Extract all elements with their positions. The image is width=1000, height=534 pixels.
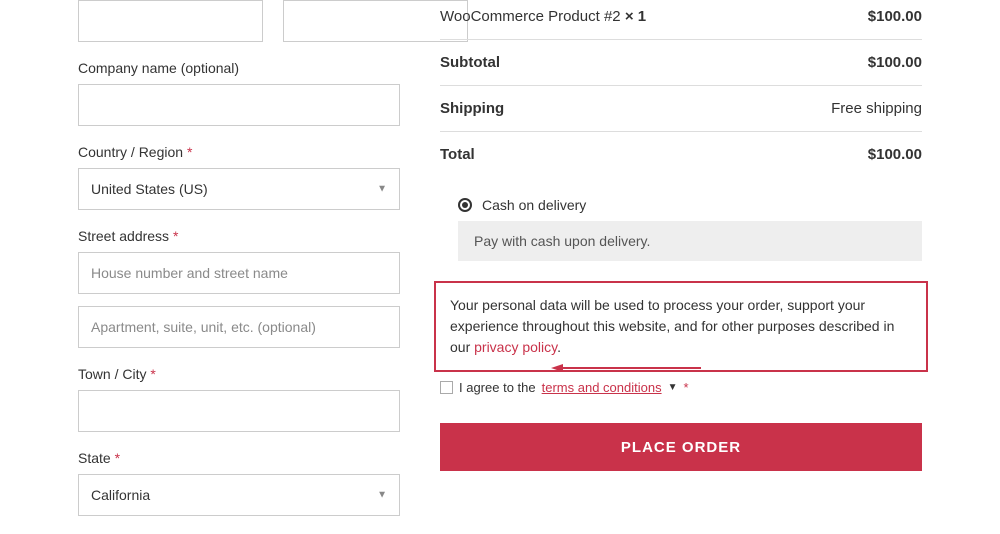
country-select[interactable]: United States (US) ▼	[78, 168, 400, 210]
first-name-input[interactable]	[78, 0, 263, 42]
product-price: $100.00	[868, 8, 922, 25]
subtotal-row: Subtotal $100.00	[440, 40, 922, 86]
total-row: Total $100.00	[440, 132, 922, 177]
subtotal-value: $100.00	[868, 54, 922, 71]
terms-prefix: I agree to the	[459, 380, 536, 395]
company-label: Company name (optional)	[78, 60, 400, 76]
country-label: Country / Region *	[78, 144, 400, 160]
street-address-input-1[interactable]	[78, 252, 400, 294]
place-order-button[interactable]: PLACE ORDER	[440, 423, 922, 471]
payment-description: Pay with cash upon delivery.	[458, 221, 922, 261]
payment-method-label: Cash on delivery	[482, 197, 586, 213]
shipping-row: Shipping Free shipping	[440, 86, 922, 132]
city-label: Town / City *	[78, 366, 400, 382]
street-address-input-2[interactable]	[78, 306, 400, 348]
chevron-down-icon: ▼	[377, 184, 387, 195]
state-value: California	[91, 487, 150, 503]
terms-checkbox[interactable]	[440, 381, 453, 394]
order-column: WooCommerce Product #2 × 1 $100.00 Subto…	[440, 0, 1000, 534]
privacy-text-after: .	[557, 339, 561, 355]
city-input[interactable]	[78, 390, 400, 432]
order-summary: WooCommerce Product #2 × 1 $100.00 Subto…	[440, 8, 922, 177]
terms-required: *	[683, 380, 688, 395]
street-label: Street address *	[78, 228, 400, 244]
billing-form: Company name (optional) Country / Region…	[0, 0, 400, 534]
caret-down-icon: ▼	[668, 382, 678, 393]
privacy-policy-link[interactable]: privacy policy	[474, 339, 557, 355]
subtotal-label: Subtotal	[440, 54, 500, 71]
payment-method-cash[interactable]: Cash on delivery	[458, 197, 922, 213]
privacy-notice-box: Your personal data will be used to proce…	[434, 281, 928, 372]
state-label: State *	[78, 450, 400, 466]
total-value: $100.00	[868, 146, 922, 163]
company-input[interactable]	[78, 84, 400, 126]
product-quantity: × 1	[625, 8, 646, 25]
terms-row: I agree to the terms and conditions ▼ *	[440, 380, 922, 395]
country-value: United States (US)	[91, 181, 208, 197]
product-name: WooCommerce Product #2	[440, 8, 625, 25]
shipping-label: Shipping	[440, 100, 504, 117]
radio-selected-icon	[458, 198, 472, 212]
arrow-annotation-icon	[551, 358, 701, 360]
payment-section: Cash on delivery Pay with cash upon deli…	[458, 197, 922, 261]
shipping-value: Free shipping	[831, 100, 922, 117]
chevron-down-icon: ▼	[377, 490, 387, 501]
order-product-row: WooCommerce Product #2 × 1 $100.00	[440, 8, 922, 40]
terms-conditions-link[interactable]: terms and conditions	[542, 380, 662, 395]
total-label: Total	[440, 146, 475, 163]
state-select[interactable]: California ▼	[78, 474, 400, 516]
